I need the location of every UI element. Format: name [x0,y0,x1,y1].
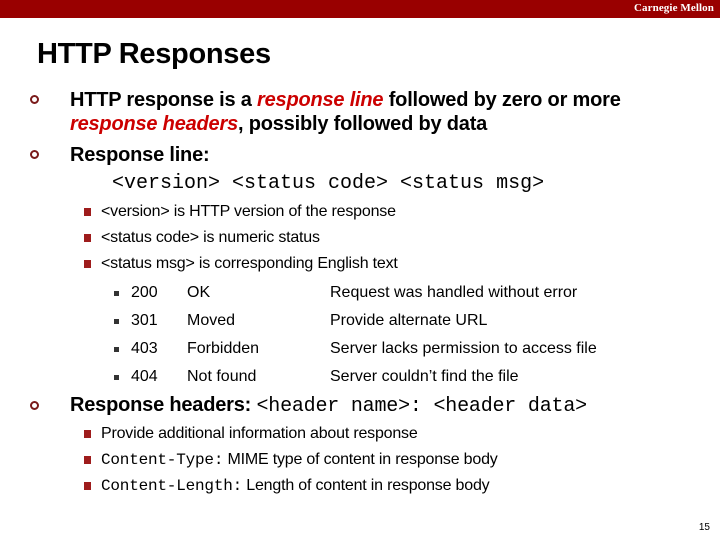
header-bar: Carnegie Mellon [0,0,720,18]
sub-bullet-content-type: Content-Type: MIME type of content in re… [101,450,498,470]
status-code: 301 [131,312,158,329]
sub-bullet-content-length: Content-Length: Length of content in res… [101,476,490,496]
small-bullet-icon [114,375,119,380]
text: followed by zero or more [383,89,621,111]
status-code: 403 [131,340,158,357]
text: , possibly followed by data [238,113,488,135]
header-syntax: <header name>: <header data> [256,395,587,418]
label: Response headers: [70,394,257,416]
status-code: 200 [131,284,158,301]
text: HTTP response is a [70,89,258,111]
circle-bullet-icon [30,401,39,410]
status-desc: Provide alternate URL [330,312,488,329]
text: MIME type of content in response body [223,451,498,468]
sub-bullet-status-code: <status code> is numeric status [101,229,320,246]
circle-bullet-icon [30,150,39,159]
page-number: 15 [698,522,710,533]
emphasis-response-line: response line [257,89,384,111]
status-code: 404 [131,368,158,385]
sub-bullet-header-info: Provide additional information about res… [101,424,418,444]
square-bullet-icon [84,208,91,216]
square-bullet-icon [84,260,91,268]
status-msg: Forbidden [187,340,260,357]
text: Length of content in response body [242,477,490,494]
sub-bullet-version: <version> is HTTP version of the respons… [101,203,396,220]
square-bullet-icon [84,456,91,464]
small-bullet-icon [114,347,119,352]
square-bullet-icon [84,430,91,438]
status-msg: Moved [187,312,236,329]
bullet-response-headers: Response headers: <header name>: <header… [70,393,587,419]
circle-bullet-icon [30,95,39,104]
code: Content-Type: [101,451,224,469]
response-line-syntax: <version> <status code> <status msg> [112,172,545,195]
slide-title: HTTP Responses [37,38,271,70]
emphasis-response-headers: response headers [70,113,238,135]
small-bullet-icon [114,291,119,296]
status-msg: OK [187,284,211,301]
brand-label: Carnegie Mellon [633,2,714,14]
status-desc: Server couldn’t find the file [330,368,519,385]
small-bullet-icon [114,319,119,324]
status-desc: Request was handled without error [330,284,578,301]
bullet-response-line-label: Response line: [70,144,210,166]
square-bullet-icon [84,234,91,242]
code: Content-Length: [101,477,243,495]
status-desc: Server lacks permission to access file [330,340,597,357]
square-bullet-icon [84,482,91,490]
sub-bullet-status-msg: <status msg> is corresponding English te… [101,255,398,272]
status-msg: Not found [187,368,257,385]
bullet-response-definition: HTTP response is a response line followe… [70,88,621,136]
text: Provide additional information about res… [101,425,418,442]
